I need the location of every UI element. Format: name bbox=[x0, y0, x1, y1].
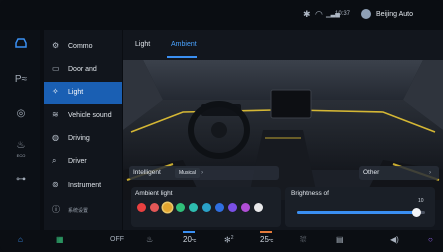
bluetooth-icon: ✱ bbox=[303, 9, 311, 19]
rear-defrost-icon[interactable]: ▤ bbox=[336, 235, 344, 244]
door-icon: ▭ bbox=[52, 64, 60, 73]
left-rail: P≈ ◎ ♨ ECO ⊶ bbox=[0, 30, 40, 230]
driver-icon: ⌕ bbox=[52, 156, 57, 165]
menu-item-label: Vehicle sound bbox=[68, 112, 112, 119]
right-temp-indicator bbox=[260, 231, 272, 233]
parking-icon[interactable]: P≈ bbox=[10, 72, 32, 88]
status-bar: ✱ ◠ ▁▃▅ 10:37 Beijing Auto bbox=[0, 0, 443, 30]
menu-item-driver[interactable]: ⌕ Driver bbox=[44, 151, 122, 173]
color-swatch[interactable] bbox=[215, 203, 224, 212]
fan-icon[interactable]: ✻2 bbox=[224, 235, 233, 245]
eco-icon[interactable]: ♨ ECO bbox=[10, 138, 32, 158]
color-swatch[interactable] bbox=[241, 203, 250, 212]
tab-light[interactable]: Light bbox=[135, 41, 150, 48]
eco-label: ECO bbox=[16, 153, 26, 158]
other-row[interactable]: Other › bbox=[359, 166, 439, 180]
menu-item-label: 系统设置 bbox=[68, 208, 89, 214]
instrument-icon: ⊚ bbox=[52, 180, 59, 189]
gear-icon: ⚙ bbox=[52, 41, 60, 50]
right-temp-unit: ℃ bbox=[268, 238, 274, 243]
fan-level: 2 bbox=[230, 235, 234, 241]
color-swatch[interactable] bbox=[137, 203, 146, 212]
defrost-icon[interactable]: ⛆ bbox=[300, 235, 306, 245]
wifi-icon: ◠ bbox=[315, 9, 323, 19]
color-swatch[interactable] bbox=[163, 203, 172, 212]
brightness-title: Brightness of bbox=[291, 190, 329, 197]
steering-wheel-icon[interactable]: ◎ bbox=[10, 106, 32, 122]
ac-off-label[interactable]: OFF bbox=[110, 236, 124, 243]
main-panel: Light Ambient Intelligent Musical › Othe… bbox=[123, 30, 443, 230]
menu-item-vehicle-sound[interactable]: ≋ Vehicle sound bbox=[44, 105, 122, 127]
left-temp[interactable]: 20℃ bbox=[183, 235, 196, 244]
brightness-panel: Brightness of 10 bbox=[285, 187, 435, 227]
menu-item-driving[interactable]: ◍ Driving bbox=[44, 128, 122, 150]
intelligent-mode-row[interactable]: Intelligent Musical › bbox=[129, 166, 279, 180]
location-label: Beijing Auto bbox=[376, 11, 413, 18]
driving-icon: ◍ bbox=[52, 133, 59, 142]
vehicle-side-icon[interactable]: ⊶ bbox=[10, 172, 32, 188]
color-swatch[interactable] bbox=[202, 203, 211, 212]
slider-knob[interactable] bbox=[411, 208, 421, 217]
menu-item-system[interactable]: ⓘ 系统设置 bbox=[44, 199, 122, 221]
color-swatch[interactable] bbox=[228, 203, 237, 212]
menu-item-label: Driving bbox=[68, 135, 90, 142]
brightness-slider[interactable] bbox=[297, 208, 425, 217]
bottom-bar: ⌂ ▦ OFF ♨ 20℃ ✻2 25℃ ⛆ ▤ ◀) ○ bbox=[0, 230, 443, 252]
other-label: Other bbox=[363, 169, 380, 176]
menu-item-light[interactable]: ✧ Light bbox=[44, 82, 122, 104]
clock: 10:37 bbox=[335, 11, 351, 17]
tab-ambient[interactable]: Ambient bbox=[171, 41, 197, 48]
brightness-fill bbox=[297, 211, 417, 214]
menu-item-label: Commo bbox=[68, 43, 93, 50]
menu-item-label: Instrument bbox=[68, 182, 102, 189]
active-tab-indicator bbox=[167, 56, 197, 58]
color-swatch[interactable] bbox=[189, 203, 198, 212]
right-temp[interactable]: 25℃ bbox=[260, 235, 273, 244]
power-icon[interactable]: ○ bbox=[428, 235, 433, 244]
volume-icon[interactable]: ◀) bbox=[390, 235, 399, 244]
sound-icon: ≋ bbox=[52, 110, 59, 119]
ambient-title: Ambient light bbox=[135, 190, 173, 197]
menu-item-label: Driver bbox=[68, 158, 87, 165]
color-swatch[interactable] bbox=[254, 203, 263, 212]
menu-item-label: Light bbox=[68, 89, 84, 96]
chevron-right-icon: › bbox=[429, 169, 432, 176]
car-icon[interactable] bbox=[10, 38, 32, 54]
menu-item-common[interactable]: ⚙ Commo bbox=[44, 36, 122, 58]
seat-heat-icon[interactable]: ♨ bbox=[146, 235, 153, 244]
menu-item-instrument[interactable]: ⊚ Instrument bbox=[44, 175, 122, 197]
home-icon[interactable]: ⌂ bbox=[18, 235, 23, 244]
tab-bar: Light Ambient bbox=[123, 30, 443, 58]
color-swatch[interactable] bbox=[150, 203, 159, 212]
color-swatch[interactable] bbox=[176, 203, 185, 212]
intelligent-mode-pill[interactable]: Musical bbox=[175, 168, 200, 178]
left-temp-indicator bbox=[183, 231, 195, 233]
chevron-right-icon: › bbox=[201, 169, 204, 176]
brightness-value: 10 bbox=[418, 198, 424, 204]
left-temp-value: 20 bbox=[183, 235, 192, 244]
intelligent-label: Intelligent bbox=[133, 169, 161, 176]
settings-menu: ⚙ Commo ▭ Door and ✧ Light ≋ Vehicle sou… bbox=[44, 30, 122, 230]
avatar[interactable] bbox=[361, 9, 371, 19]
screen: ✱ ◠ ▁▃▅ 10:37 Beijing Auto P≈ ◎ ♨ ECO ⊶ ⚙… bbox=[0, 0, 443, 252]
menu-item-label: Door and bbox=[68, 66, 97, 73]
ambient-color-panel: Ambient light bbox=[131, 187, 281, 227]
right-temp-value: 25 bbox=[260, 235, 269, 244]
info-icon: ⓘ bbox=[52, 205, 60, 214]
left-temp-unit: ℃ bbox=[191, 238, 197, 243]
light-icon: ✧ bbox=[52, 87, 59, 96]
apps-icon[interactable]: ▦ bbox=[56, 235, 64, 244]
menu-item-door[interactable]: ▭ Door and bbox=[44, 59, 122, 81]
